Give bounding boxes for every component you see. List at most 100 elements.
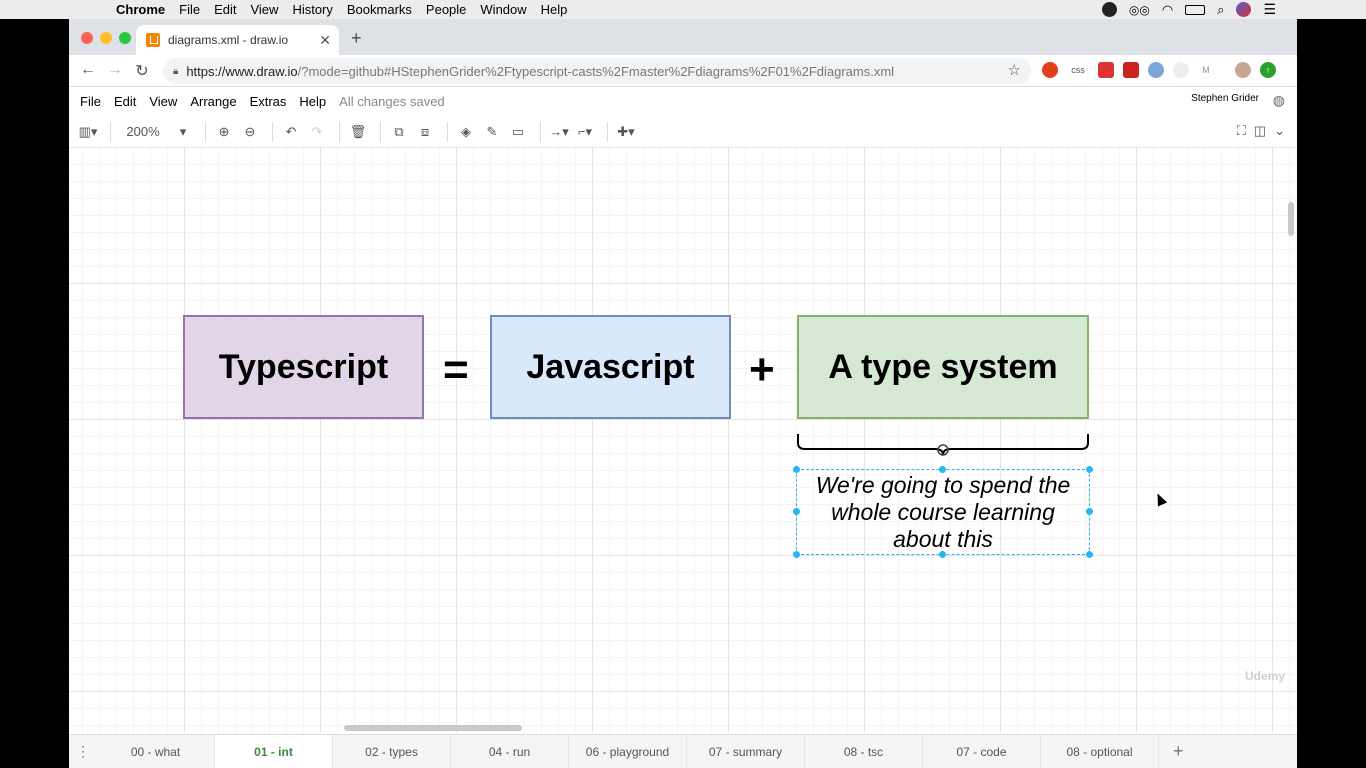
zoom-dropdown-icon[interactable]: ▾: [172, 122, 194, 142]
page-tab[interactable]: 06 - playground: [569, 735, 687, 768]
zoom-window-button[interactable]: [119, 32, 131, 44]
resize-handle[interactable]: [939, 551, 946, 558]
drawio-toolbar: ▥▾ 200% ▾ ⊕ ⊖ ↶ ↷ 🗑︎ ⧉ ⧈ ◈ ✎ ▭ →▾ ⌐▾ ✚▾ …: [69, 115, 1297, 149]
browser-toolbar: ← → ↻ 🔒︎ https://www.draw.io/?mode=githu…: [69, 55, 1297, 87]
pages-menu-icon[interactable]: ⋮: [69, 743, 97, 760]
resize-handle[interactable]: [1086, 551, 1093, 558]
resize-handle[interactable]: [793, 466, 800, 473]
note-textbox[interactable]: We're going to spend the whole course le…: [796, 469, 1090, 555]
css-extension-icon[interactable]: css: [1067, 62, 1089, 78]
minimize-window-button[interactable]: [100, 32, 112, 44]
delete-icon[interactable]: 🗑︎: [347, 122, 369, 142]
mouse-cursor-icon: [1152, 491, 1168, 507]
bookmark-star-icon[interactable]: ☆: [1008, 61, 1021, 79]
drawio-favicon-icon: [146, 33, 160, 47]
glasses-icon[interactable]: ◎◎: [1129, 3, 1150, 17]
line-color-icon[interactable]: ✎: [481, 122, 503, 142]
update-icon[interactable]: ↑: [1260, 62, 1276, 78]
search-icon[interactable]: ⌕: [1217, 2, 1224, 18]
language-globe-icon[interactable]: ◍: [1273, 92, 1285, 109]
fill-color-icon[interactable]: ◈: [455, 122, 477, 142]
insert-icon[interactable]: ✚▾: [615, 122, 637, 142]
siri-icon[interactable]: [1236, 2, 1252, 17]
record-icon[interactable]: [1101, 2, 1117, 17]
tab-strip: diagrams.xml - draw.io ✕ +: [69, 19, 1297, 55]
reload-icon[interactable]: ↻: [132, 61, 152, 81]
javascript-box[interactable]: Javascript: [490, 315, 731, 419]
gmail-extension-icon[interactable]: M: [1198, 62, 1214, 78]
list-icon[interactable]: ☰: [1263, 1, 1276, 18]
honey-extension-icon[interactable]: [1123, 62, 1139, 78]
type-system-box[interactable]: A type system: [797, 315, 1089, 419]
typescript-box[interactable]: Typescript: [183, 315, 424, 419]
page-tab[interactable]: 00 - what: [97, 735, 215, 768]
menu-help[interactable]: Help: [299, 94, 326, 109]
to-back-icon[interactable]: ⧈: [414, 122, 436, 142]
os-menu-bookmarks[interactable]: Bookmarks: [347, 2, 412, 17]
zoom-out-icon[interactable]: ⊖: [239, 122, 261, 142]
menu-file[interactable]: File: [80, 94, 101, 109]
lastpass-extension-icon[interactable]: [1098, 62, 1114, 78]
menu-view[interactable]: View: [149, 94, 177, 109]
connection-icon[interactable]: →▾: [548, 122, 570, 142]
resize-handle[interactable]: [793, 551, 800, 558]
page-tab[interactable]: 04 - run: [451, 735, 569, 768]
waypoints-icon[interactable]: ⌐▾: [574, 122, 596, 142]
os-menu-help[interactable]: Help: [541, 2, 568, 17]
add-page-icon[interactable]: +: [1173, 741, 1184, 762]
app-name[interactable]: Chrome: [116, 2, 165, 17]
ublock-extension-icon[interactable]: [1042, 62, 1058, 78]
os-menu-edit[interactable]: Edit: [214, 2, 236, 17]
vertical-scrollbar[interactable]: [1288, 202, 1294, 236]
forward-icon[interactable]: →: [105, 61, 125, 79]
address-bar[interactable]: 🔒︎ https://www.draw.io/?mode=github#HSte…: [163, 58, 1031, 84]
menu-arrange[interactable]: Arrange: [190, 94, 236, 109]
menu-extras[interactable]: Extras: [250, 94, 287, 109]
user-name[interactable]: Stephen Grider: [1191, 93, 1259, 104]
horizontal-scrollbar[interactable]: [344, 725, 522, 731]
collapse-icon[interactable]: ⌄: [1274, 123, 1285, 139]
wifi-icon[interactable]: ◠: [1162, 2, 1173, 18]
extensions: css M ↑: [1042, 62, 1276, 78]
zoom-in-icon[interactable]: ⊕: [213, 122, 235, 142]
shadow-icon[interactable]: ▭: [507, 122, 529, 142]
to-front-icon[interactable]: ⧉: [388, 122, 410, 142]
page-tab[interactable]: 02 - types: [333, 735, 451, 768]
close-tab-icon[interactable]: ✕: [319, 32, 331, 49]
page-tab-active[interactable]: 01 - int: [215, 735, 333, 768]
battery-icon[interactable]: [1185, 4, 1206, 15]
os-menu-window[interactable]: Window: [480, 2, 526, 17]
page-tab[interactable]: 07 - summary: [687, 735, 805, 768]
resize-handle[interactable]: [1086, 508, 1093, 515]
os-menu-view[interactable]: View: [250, 2, 278, 17]
page-tab[interactable]: 08 - tsc: [805, 735, 923, 768]
timer-extension-icon[interactable]: [1173, 62, 1189, 78]
page-tab[interactable]: 07 - code: [923, 735, 1041, 768]
menu-edit[interactable]: Edit: [114, 94, 136, 109]
undo-icon[interactable]: ↶: [280, 122, 302, 142]
format-panel-icon[interactable]: ▥▾: [77, 122, 99, 142]
os-menu-history[interactable]: History: [292, 2, 332, 17]
new-tab-icon[interactable]: +: [351, 28, 362, 49]
toggle-panel-icon[interactable]: ◫: [1254, 123, 1266, 139]
profile-avatar[interactable]: [1235, 62, 1251, 78]
drawio-menubar: File Edit View Arrange Extras Help All c…: [69, 87, 1297, 115]
grammarly-extension-icon[interactable]: [1148, 62, 1164, 78]
os-menu-file[interactable]: File: [179, 2, 200, 17]
curly-brace[interactable]: [797, 433, 1089, 457]
plus-sign[interactable]: +: [749, 345, 775, 395]
back-icon[interactable]: ←: [78, 61, 98, 79]
page-tab[interactable]: 08 - optional: [1041, 735, 1159, 768]
browser-tab[interactable]: diagrams.xml - draw.io ✕: [136, 25, 339, 55]
note-line-1: We're going to spend the: [815, 471, 1071, 498]
zoom-select[interactable]: 200%: [118, 122, 168, 142]
redo-icon[interactable]: ↷: [306, 122, 328, 142]
resize-handle[interactable]: [939, 466, 946, 473]
fullscreen-icon[interactable]: ⛶: [1237, 123, 1246, 139]
resize-handle[interactable]: [1086, 466, 1093, 473]
resize-handle[interactable]: [793, 508, 800, 515]
diagram-canvas[interactable]: Typescript = Javascript + A type system …: [69, 147, 1297, 733]
equals-sign[interactable]: =: [443, 345, 469, 395]
os-menu-people[interactable]: People: [426, 2, 466, 17]
close-window-button[interactable]: [81, 32, 93, 44]
